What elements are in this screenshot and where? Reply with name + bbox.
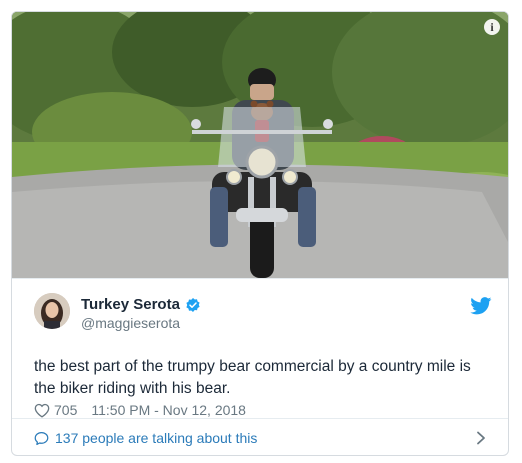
tweet-media-image[interactable]: i (12, 12, 508, 278)
tweet-body: Turkey Serota @maggieserota the best par… (12, 278, 508, 419)
like-count[interactable]: 705 (54, 402, 77, 418)
user-handle[interactable]: @maggieserota (81, 315, 180, 331)
verified-badge-icon (186, 297, 200, 312)
chevron-right-icon[interactable] (476, 431, 486, 445)
conversation-footer[interactable]: 137 people are talking about this (12, 418, 508, 455)
conversation-link[interactable]: 137 people are talking about this (34, 430, 257, 446)
conversation-label: 137 people are talking about this (55, 430, 258, 446)
twitter-bird-icon[interactable] (470, 297, 492, 315)
chat-bubble-icon (34, 431, 49, 445)
tweet-meta: 705 11:50 PM - Nov 12, 2018 (34, 402, 246, 418)
info-icon[interactable]: i (484, 19, 500, 35)
tweet-timestamp[interactable]: 11:50 PM - Nov 12, 2018 (91, 402, 246, 418)
avatar[interactable] (34, 293, 70, 329)
display-name-label: Turkey Serota (81, 296, 180, 313)
display-name[interactable]: Turkey Serota (81, 296, 201, 313)
tweet-text: the best part of the trumpy bear commerc… (34, 358, 471, 397)
biker-photo (12, 12, 508, 278)
heart-icon[interactable] (34, 403, 50, 418)
embedded-tweet-card: i Turkey Serota @maggieserota the best p… (11, 11, 509, 456)
